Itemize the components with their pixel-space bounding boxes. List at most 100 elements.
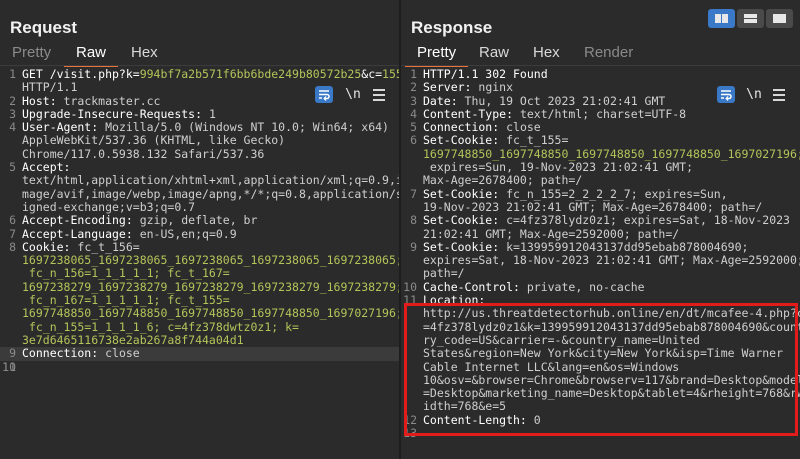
- code-line-continuation: Chrome/117.0.5938.132 Safari/537.36: [0, 147, 399, 161]
- cookie-value: fc_n_167=1_1_1_1_1; fc_t_155=: [22, 293, 230, 308]
- header-name: Content-Length:: [423, 412, 527, 427]
- line-number: 4: [9, 120, 16, 135]
- line-number: 5: [410, 120, 417, 135]
- code-line: 8 Set-Cookie: c=4fz378lydz0z1; expires=Sa…: [401, 213, 800, 228]
- code-line: 5 Accept:: [0, 160, 399, 174]
- code-line-continuation: idth=768&e=5: [401, 400, 800, 413]
- code-line-continuation: http://us.threatdetectorhub.online/en/dt…: [401, 307, 800, 320]
- cookie-value: 1697238279_1697238279_1697238279_1697238…: [22, 279, 399, 294]
- tab-hex[interactable]: Hex: [533, 44, 560, 61]
- header-value: 19-Nov-2023 21:02:41 GMT; Max-Age=267840…: [423, 199, 763, 214]
- header-name: Location:: [423, 293, 486, 308]
- code-token: GET /visit.php?k=: [22, 67, 140, 81]
- tab-hex[interactable]: Hex: [131, 44, 158, 61]
- code-line: 8 Cookie: fc_t_156=: [0, 239, 399, 254]
- request-editor[interactable]: 1 GET /visit.php?k=994bf7a2b571f6bb6bde24…: [0, 67, 399, 373]
- header-value: igned-exchange;v=b3;q=0.7: [22, 199, 196, 214]
- side-by-side-layout-icon[interactable]: [708, 9, 735, 28]
- code-line-continuation: AppleWebKit/537.36 (KHTML, like Gecko): [0, 134, 399, 147]
- tab-pretty[interactable]: Pretty: [12, 44, 51, 61]
- line-number: 3: [410, 93, 417, 108]
- header-value: c=4fz378lydz0z1; expires=Sat, 18-Nov-202…: [499, 213, 790, 228]
- code-line-continuation: 1697748850_1697748850_1697748850_1697748…: [0, 307, 399, 320]
- code-line: 6 Accept-Encoding: gzip, deflate, br: [0, 213, 399, 228]
- header-value: http://us.threatdetectorhub.online/en/dt…: [423, 306, 800, 321]
- line-number: 9: [410, 239, 417, 254]
- response-pane: Response Pretty Raw Hex Render \n 1 HTTP/…: [401, 0, 800, 459]
- code-line: 3 Upgrade-Insecure-Requests: 1: [0, 106, 399, 121]
- line-number: 2: [410, 80, 417, 95]
- header-name: Date:: [423, 93, 458, 108]
- header-value: gzip, deflate, br: [132, 213, 258, 228]
- code-line-continuation: =Desktop&marketing_name=Desktop&tablet=4…: [401, 386, 800, 401]
- header-value: =Desktop&marketing_name=Desktop&tablet=4…: [423, 386, 800, 401]
- code-line-continuation: 10&osv=&browser=Chrome&browserv=117&bran…: [401, 373, 800, 387]
- header-value: fc_t_156=: [70, 239, 140, 254]
- header-value: 0: [526, 412, 541, 427]
- response-editor[interactable]: 1 HTTP/1.1 302 Found 2 Server: nginx 3 Date: …: [401, 67, 800, 440]
- code-line: 9 Set-Cookie: k=139959912043137dd95ebab87…: [401, 239, 800, 254]
- tab-pretty[interactable]: Pretty: [404, 44, 469, 67]
- code-token: 994bf7a2b571f6bb6bde249b80572b25: [139, 67, 362, 81]
- code-line: 6 Set-Cookie: fc_t_155=: [401, 133, 800, 148]
- code-line-continuation: States&region=New York&city=New York&isp…: [401, 347, 800, 360]
- cookie-value: fc_n_155=1_1_1_1_6; c=4fz378dwtz0z1; k=: [22, 319, 299, 334]
- code-line-continuation: fc_n_155=1_1_1_1_6; c=4fz378dwtz0z1; k=: [0, 319, 399, 334]
- line-number: 2: [9, 93, 16, 108]
- code-line: 4 Content-Type: text/html; charset=UTF-8: [401, 107, 800, 121]
- line-number: 3: [9, 106, 16, 121]
- tabbed-layout-icon[interactable]: [766, 9, 793, 28]
- line-number: 11: [403, 293, 417, 308]
- line-number: 13: [403, 426, 417, 441]
- code-line-continuation: Max-Age=2678400; path=/: [401, 174, 800, 187]
- code-line-continuation: ry_code=US&carrier=-&country_name=United: [401, 332, 800, 347]
- header-name: HTTP/1.1 302 Found: [423, 67, 548, 81]
- header-name: Accept-Language:: [22, 226, 133, 241]
- line-number: 6: [410, 133, 417, 148]
- code-line: 3 Date: Thu, 19 Oct 2023 21:02:41 GMT: [401, 93, 800, 108]
- code-line: 12 Content-Length: 0: [401, 412, 800, 427]
- header-name: Host:: [22, 93, 57, 108]
- cookie-value: fc_n_156=1_1_1_1_1; fc_t_167=: [22, 266, 230, 281]
- stacked-layout-icon[interactable]: [737, 9, 764, 28]
- code-line-continuation: fc_n_167=1_1_1_1_1; fc_t_155=: [0, 293, 399, 308]
- header-value: Max-Age=2678400; path=/: [423, 173, 583, 188]
- code-line-continuation: igned-exchange;v=b3;q=0.7: [0, 199, 399, 214]
- line-number: 1: [9, 67, 16, 81]
- header-value: HTTP/1.1: [22, 80, 78, 95]
- header-value: expires=Sat, 18-Nov-2023 21:02:41 GMT; M…: [423, 253, 800, 268]
- tab-raw[interactable]: Raw: [479, 44, 509, 61]
- code-token: &c=: [361, 67, 383, 81]
- header-name: Set-Cookie:: [423, 186, 500, 201]
- header-value: trackmaster.cc: [56, 93, 161, 108]
- code-line-continuation: 19-Nov-2023 21:02:41 GMT; Max-Age=267840…: [401, 199, 800, 214]
- header-value: ry_code=US&carrier=-&country_name=United: [423, 332, 700, 347]
- header-name: Accept-Encoding:: [22, 213, 133, 228]
- code-line-continuation: HTTP/1.1: [0, 81, 399, 94]
- header-value: =4fz378lydz0z1&k=139959912043137dd95ebab…: [423, 319, 800, 334]
- response-title: Response: [411, 18, 493, 37]
- header-name: Set-Cookie:: [423, 213, 500, 228]
- code-line: 1 GET /visit.php?k=994bf7a2b571f6bb6bde24…: [0, 67, 399, 81]
- header-value: States&region=New York&city=New York&isp…: [423, 346, 784, 361]
- header-name: Server:: [423, 80, 472, 95]
- header-value: private, no-cache: [519, 279, 645, 294]
- request-title: Request: [10, 18, 78, 37]
- code-line-continuation: expires=Sun, 19-Nov-2023 21:02:41 GMT;: [401, 160, 800, 174]
- tab-raw[interactable]: Raw: [63, 44, 119, 67]
- tab-render[interactable]: Render: [584, 44, 633, 61]
- header-value: path=/: [423, 266, 465, 281]
- code-line-continuation: Cable Internet LLC&lang=en&os=Windows: [401, 360, 800, 374]
- code-line-continuation: fc_n_156=1_1_1_1_1; fc_t_167=: [0, 267, 399, 280]
- header-value: mage/avif,image/webp,image/apng,*/*;q=0.…: [22, 186, 399, 201]
- line-number: 12: [403, 412, 417, 427]
- line-number: 7: [410, 186, 417, 201]
- header-value: fc_t_155=: [499, 133, 569, 148]
- header-value: text/html,application/xhtml+xml,applicat…: [22, 173, 399, 188]
- line-number: 10: [403, 279, 417, 294]
- header-name: Connection:: [22, 346, 99, 361]
- code-line-continuation: 3e7d6465116738e2ab267a8f744a04d1: [0, 333, 399, 347]
- code-line-continuation: 1697238065_1697238065_1697238065_1697238…: [0, 254, 399, 267]
- header-value: Mozilla/5.0 (Windows NT 10.0; Win64; x64…: [98, 120, 389, 135]
- code-line-continuation: text/html,application/xhtml+xml,applicat…: [0, 174, 399, 187]
